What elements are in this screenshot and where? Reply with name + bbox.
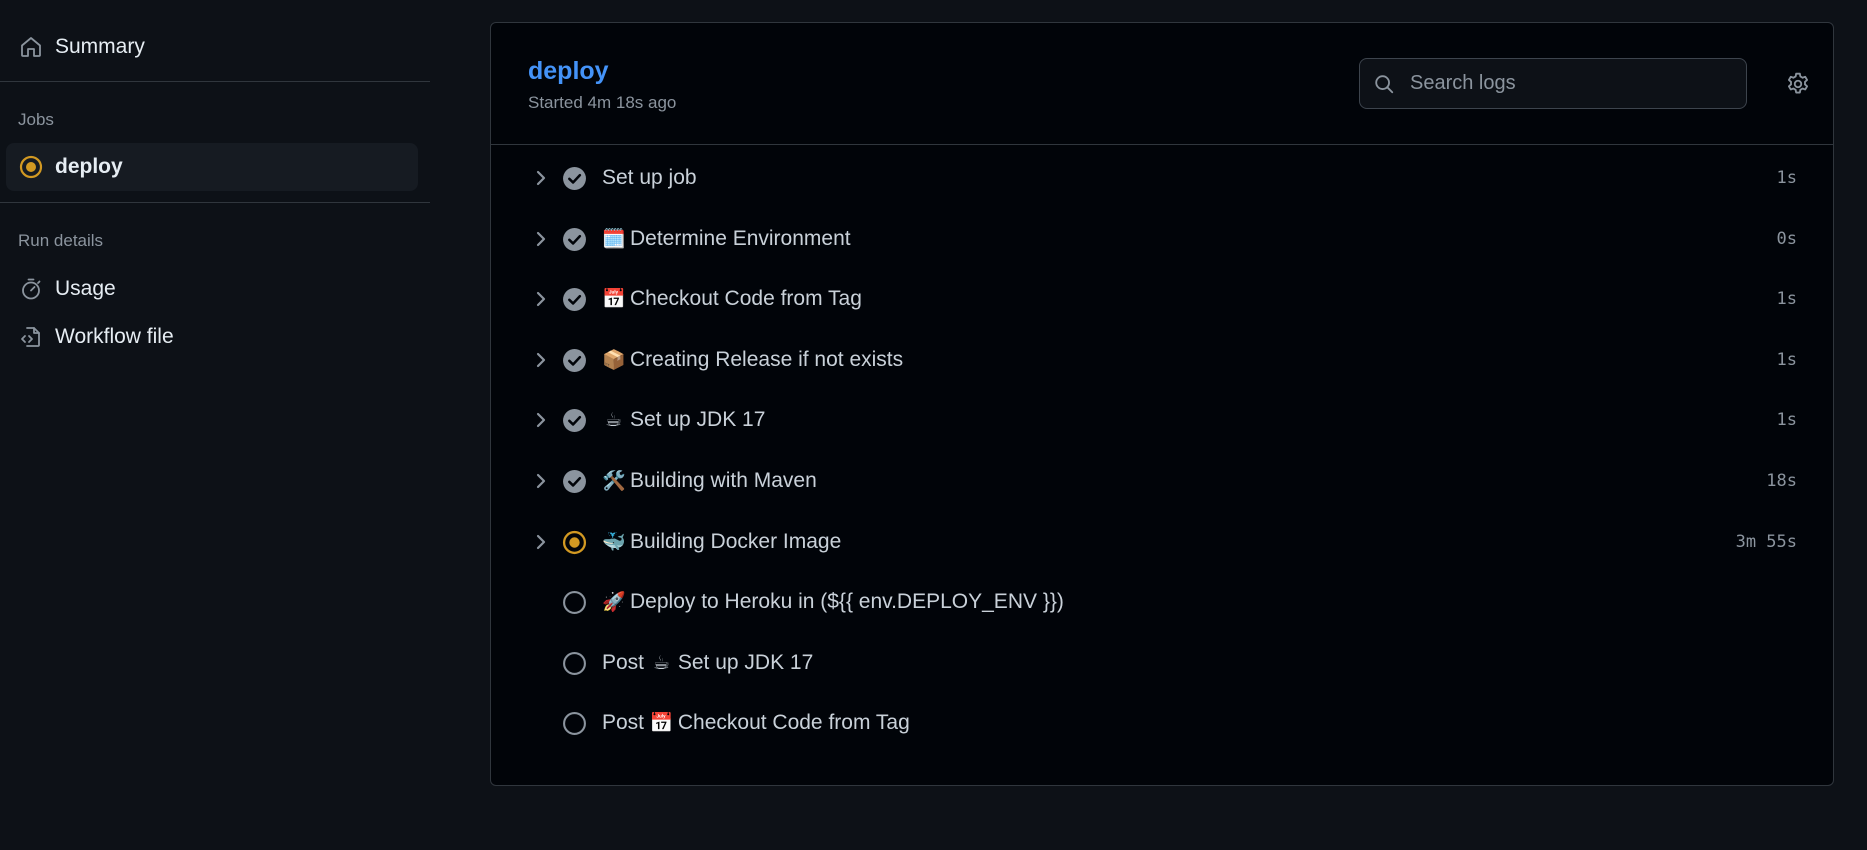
sidebar-divider	[0, 81, 430, 82]
step-row[interactable]: Post ☕ Set up JDK 17	[505, 638, 1821, 688]
step-name: 📦 Creating Release if not exists	[602, 348, 903, 372]
chevron-right-icon[interactable]	[531, 408, 551, 432]
step-duration: 1s	[1776, 350, 1797, 370]
step-row[interactable]: 🐳 Building Docker Image 3m 55s	[505, 517, 1821, 567]
step-label: Set up JDK 17	[630, 408, 766, 431]
chevron-right-icon[interactable]	[531, 348, 551, 372]
step-name: 🗓️ Determine Environment	[602, 227, 851, 251]
job-title[interactable]: deploy	[528, 57, 609, 86]
step-label: Creating Release if not exists	[630, 348, 904, 371]
chevron-right-icon[interactable]	[531, 469, 551, 493]
step-row[interactable]: ☕ Set up JDK 17 1s	[505, 395, 1821, 445]
chevron-right-icon[interactable]	[531, 166, 551, 190]
job-logs-panel: deploy Started 4m 18s ago Set up job 1s 🗓️…	[490, 22, 1834, 786]
check-circle-icon	[561, 165, 587, 191]
step-name: Post ☕ Set up JDK 17	[602, 651, 813, 675]
sidebar-item-label: deploy	[55, 155, 123, 178]
check-circle-icon	[561, 347, 587, 373]
search-icon	[1372, 72, 1396, 96]
step-emoji-icon: 🐳	[602, 532, 626, 553]
sidebar-item-deploy-job[interactable]: deploy	[6, 143, 418, 191]
check-circle-icon	[561, 407, 587, 433]
step-label: Deploy to Heroku in (${{ env.DEPLOY_ENV …	[630, 590, 1064, 613]
step-name: 🐳 Building Docker Image	[602, 530, 841, 554]
step-label: Checkout Code from Tag	[677, 711, 910, 734]
step-duration: 1s	[1776, 168, 1797, 188]
pending-circle-icon	[561, 710, 587, 736]
gear-icon	[1785, 71, 1811, 102]
step-emoji-icon: ☕	[604, 410, 623, 431]
step-row[interactable]: 📅 Checkout Code from Tag 1s	[505, 274, 1821, 324]
pending-circle-icon	[561, 650, 587, 676]
step-duration: 1s	[1776, 289, 1797, 309]
sidebar-item-label: Summary	[55, 35, 145, 58]
chevron-right-icon[interactable]	[531, 530, 551, 554]
search-logs-box[interactable]	[1359, 58, 1747, 109]
chevron-right-icon[interactable]	[531, 287, 551, 311]
sidebar: Summary Jobs deploy Run details Usage Wo…	[0, 0, 430, 850]
step-duration: 3m 55s	[1735, 532, 1797, 552]
jobs-heading: Jobs	[18, 110, 54, 129]
step-emoji-icon: ☕	[652, 653, 670, 674]
step-emoji-icon: 📅	[649, 713, 674, 734]
step-emoji-icon: 📅	[602, 289, 626, 310]
file-code-icon	[18, 324, 44, 350]
in-progress-status-icon	[561, 529, 587, 555]
pending-circle-icon	[561, 589, 587, 615]
step-name: ☕ Set up JDK 17	[602, 408, 765, 432]
step-name: Set up job	[602, 166, 697, 190]
step-row[interactable]: 🛠️ Building with Maven 18s	[505, 456, 1821, 506]
step-row[interactable]: 🗓️ Determine Environment 0s	[505, 214, 1821, 264]
step-label: Set up JDK 17	[677, 651, 814, 674]
step-duration: 18s	[1766, 471, 1797, 491]
step-name: Post 📅 Checkout Code from Tag	[602, 711, 910, 735]
step-row[interactable]: Set up job 1s	[505, 153, 1821, 203]
step-name: 🚀 Deploy to Heroku in (${{ env.DEPLOY_ENV…	[602, 590, 1064, 614]
check-circle-icon	[561, 468, 587, 494]
stopwatch-icon	[18, 276, 44, 302]
step-emoji-icon: 🛠️	[602, 471, 626, 492]
step-row[interactable]: Post 📅 Checkout Code from Tag	[505, 698, 1821, 748]
step-emoji-icon: 🚀	[602, 592, 626, 613]
search-logs-input[interactable]	[1408, 71, 1728, 96]
sidebar-divider	[0, 202, 430, 203]
step-row[interactable]: 🚀 Deploy to Heroku in (${{ env.DEPLOY_ENV…	[505, 577, 1821, 627]
step-emoji-icon: 🗓️	[602, 229, 626, 250]
step-name: 🛠️ Building with Maven	[602, 469, 817, 493]
chevron-right-icon[interactable]	[531, 227, 551, 251]
step-label: Building Docker Image	[630, 530, 842, 553]
step-prefix: Post	[602, 651, 650, 674]
step-prefix: Post	[602, 711, 650, 734]
sidebar-item-label: Workflow file	[55, 325, 174, 348]
step-label: Determine Environment	[630, 227, 851, 250]
step-row[interactable]: 📦 Creating Release if not exists 1s	[505, 335, 1821, 385]
check-circle-icon	[561, 226, 587, 252]
step-duration: 1s	[1776, 410, 1797, 430]
step-duration: 0s	[1776, 229, 1797, 249]
sidebar-item-usage[interactable]: Usage	[6, 265, 418, 313]
sidebar-item-workflow-file[interactable]: Workflow file	[6, 313, 418, 361]
step-label: Checkout Code from Tag	[630, 287, 862, 310]
check-circle-icon	[561, 286, 587, 312]
panel-header: deploy Started 4m 18s ago	[491, 23, 1833, 145]
sidebar-item-summary[interactable]: Summary	[6, 23, 418, 71]
settings-button[interactable]	[1781, 69, 1815, 103]
step-label: Building with Maven	[630, 469, 817, 492]
home-icon	[18, 34, 44, 60]
sidebar-item-label: Usage	[55, 277, 116, 300]
step-label: Set up job	[602, 166, 697, 189]
job-started-text: Started 4m 18s ago	[528, 93, 677, 112]
step-emoji-icon: 📦	[602, 350, 626, 371]
run-details-heading: Run details	[18, 231, 104, 250]
step-name: 📅 Checkout Code from Tag	[602, 287, 862, 311]
in-progress-status-icon	[18, 154, 44, 180]
